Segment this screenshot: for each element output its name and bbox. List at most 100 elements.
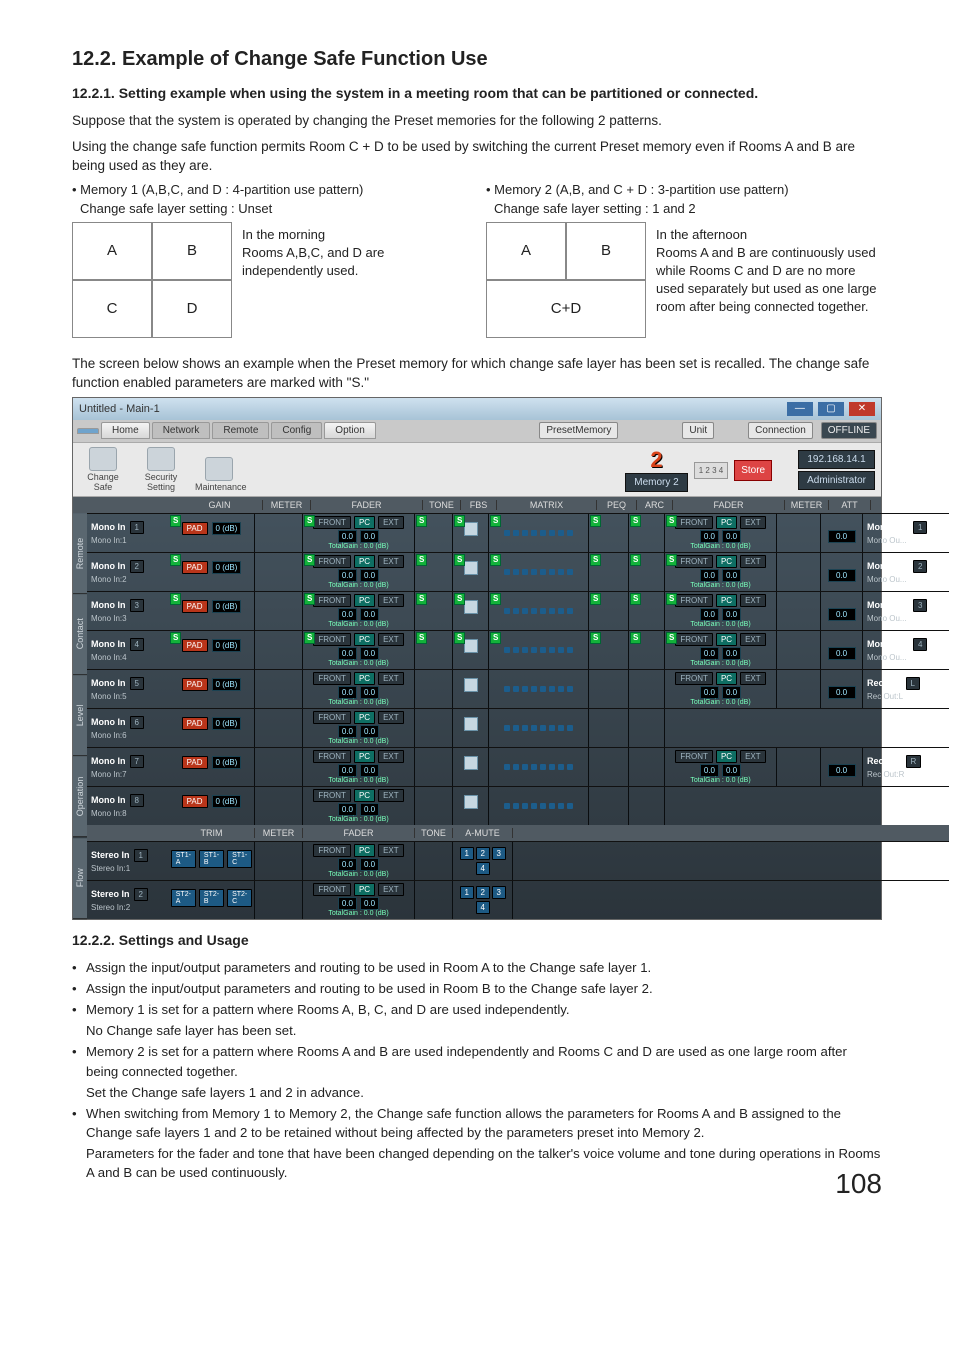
peq-cell[interactable]: S (589, 514, 629, 552)
stereo-name[interactable]: Stereo In1 Stereo In:1 (87, 842, 169, 880)
peq-cell[interactable] (589, 709, 629, 747)
arc-cell[interactable]: S (629, 514, 665, 552)
arc-cell[interactable] (629, 748, 665, 786)
tab-file[interactable] (77, 428, 99, 434)
channel-name[interactable]: Mono In6 Mono In:6 (87, 709, 169, 747)
tab-remote[interactable]: Remote (212, 422, 269, 439)
channel-name[interactable]: Mono In4 Mono In:4 (87, 631, 169, 669)
fader-cell[interactable]: FRONTPCEXT 0.00.0 TotalGain : 0.0 (dB) (303, 787, 415, 825)
fbs-cell[interactable] (453, 787, 489, 825)
amute-cell[interactable]: 1234 (453, 842, 513, 880)
fader-cell[interactable]: FRONTPCEXT 0.00.0 TotalGain : 0.0 (dB) (303, 709, 415, 747)
fbs-cell[interactable]: S (453, 592, 489, 630)
store-button[interactable]: Store (734, 460, 772, 481)
output-name[interactable]: Mono Out1 Mono Ou... (863, 514, 949, 552)
output-name[interactable]: Mono Out2 Mono Ou... (863, 553, 949, 591)
channel-name[interactable]: Mono In2 Mono In:2 (87, 553, 169, 591)
channel-name[interactable]: Mono In7 Mono In:7 (87, 748, 169, 786)
tab-network[interactable]: Network (152, 422, 211, 439)
memory-name[interactable]: Memory 2 (625, 473, 687, 492)
output-name[interactable]: Mono Out3 Mono Ou... (863, 592, 949, 630)
tone-cell[interactable] (415, 842, 453, 880)
trim-cell[interactable]: ST1-AST1-BST1-C (169, 842, 255, 880)
ip-address[interactable]: 192.168.14.1 (798, 450, 875, 469)
matrix-cell[interactable] (489, 670, 589, 708)
gain-cell[interactable]: S PAD0 (dB) (169, 553, 255, 591)
tab-home[interactable]: Home (101, 422, 150, 439)
fbs-cell[interactable]: S (453, 553, 489, 591)
gain-cell[interactable]: PAD0 (dB) (169, 709, 255, 747)
gain-cell[interactable]: S PAD0 (dB) (169, 514, 255, 552)
arc-cell[interactable]: S (629, 631, 665, 669)
ribbon-maintenance[interactable]: Maintenance (195, 457, 243, 492)
att-cell[interactable]: 0.0 (821, 553, 863, 591)
fader-cell[interactable]: FRONTPCEXT 0.00.0 TotalGain : 0.0 (dB) (303, 881, 415, 919)
fader-cell[interactable]: FRONTPCEXT 0.00.0 TotalGain : 0.0 (dB) (303, 842, 415, 880)
fbs-cell[interactable] (453, 670, 489, 708)
gain-cell[interactable]: S PAD0 (dB) (169, 631, 255, 669)
arc-cell[interactable] (629, 709, 665, 747)
peq-cell[interactable] (589, 787, 629, 825)
matrix-cell[interactable]: S (489, 592, 589, 630)
fbs-cell[interactable] (453, 709, 489, 747)
peq-cell[interactable] (589, 670, 629, 708)
out-fader-cell[interactable]: FRONTPCEXT 0.00.0 TotalGain : 0.0 (dB) (665, 670, 777, 708)
channel-name[interactable]: Mono In5 Mono In:5 (87, 670, 169, 708)
att-cell[interactable]: 0.0 (821, 631, 863, 669)
fbs-cell[interactable]: S (453, 514, 489, 552)
gain-cell[interactable]: PAD0 (dB) (169, 670, 255, 708)
fader-cell[interactable]: S FRONTPCEXT 0.00.0 TotalGain : 0.0 (dB) (303, 592, 415, 630)
tone-cell[interactable] (415, 881, 453, 919)
matrix-cell[interactable] (489, 787, 589, 825)
gain-cell[interactable]: S PAD0 (dB) (169, 592, 255, 630)
ribbon-security[interactable]: Security Setting (137, 447, 185, 492)
fbs-cell[interactable]: S (453, 631, 489, 669)
matrix-cell[interactable]: S (489, 514, 589, 552)
channel-name[interactable]: Mono In8 Mono In:8 (87, 787, 169, 825)
att-cell[interactable]: 0.0 (821, 514, 863, 552)
output-name[interactable]: Rec OutR Rec Out:R (863, 748, 949, 786)
matrix-cell[interactable] (489, 748, 589, 786)
tone-cell[interactable] (415, 748, 453, 786)
tone-cell[interactable] (415, 670, 453, 708)
arc-cell[interactable] (629, 670, 665, 708)
tone-cell[interactable]: S (415, 514, 453, 552)
peq-cell[interactable] (589, 748, 629, 786)
peq-cell[interactable]: S (589, 553, 629, 591)
out-fader-cell[interactable]: FRONTPCEXT 0.00.0 TotalGain : 0.0 (dB) (665, 748, 777, 786)
out-fader-cell[interactable]: S FRONTPCEXT 0.00.0 TotalGain : 0.0 (dB) (665, 592, 777, 630)
out-fader-cell[interactable]: S FRONTPCEXT 0.00.0 TotalGain : 0.0 (dB) (665, 514, 777, 552)
fader-cell[interactable]: S FRONTPCEXT 0.00.0 TotalGain : 0.0 (dB) (303, 553, 415, 591)
out-fader-cell[interactable]: S FRONTPCEXT 0.00.0 TotalGain : 0.0 (dB) (665, 553, 777, 591)
fader-cell[interactable]: FRONTPCEXT 0.00.0 TotalGain : 0.0 (dB) (303, 670, 415, 708)
peq-cell[interactable]: S (589, 592, 629, 630)
fader-cell[interactable]: S FRONTPCEXT 0.00.0 TotalGain : 0.0 (dB) (303, 514, 415, 552)
att-cell[interactable]: 0.0 (821, 748, 863, 786)
gain-cell[interactable]: PAD0 (dB) (169, 748, 255, 786)
channel-name[interactable]: Mono In3 Mono In:3 (87, 592, 169, 630)
out-fader-cell[interactable]: S FRONTPCEXT 0.00.0 TotalGain : 0.0 (dB) (665, 631, 777, 669)
channel-name[interactable]: Mono In1 Mono In:1 (87, 514, 169, 552)
att-cell[interactable]: 0.0 (821, 670, 863, 708)
ribbon-change-safe[interactable]: Change Safe (79, 447, 127, 492)
amute-cell[interactable]: 1234 (453, 881, 513, 919)
close-button[interactable]: ✕ (849, 402, 875, 416)
matrix-cell[interactable]: S (489, 553, 589, 591)
output-name[interactable]: Mono Out4 Mono Ou... (863, 631, 949, 669)
gain-cell[interactable]: PAD0 (dB) (169, 787, 255, 825)
maximize-button[interactable]: ▢ (818, 402, 844, 416)
stereo-name[interactable]: Stereo In2 Stereo In:2 (87, 881, 169, 919)
tone-cell[interactable]: S (415, 553, 453, 591)
matrix-cell[interactable] (489, 709, 589, 747)
fader-cell[interactable]: FRONTPCEXT 0.00.0 TotalGain : 0.0 (dB) (303, 748, 415, 786)
peq-cell[interactable]: S (589, 631, 629, 669)
output-name[interactable]: Rec OutL Rec Out:L (863, 670, 949, 708)
arc-cell[interactable] (629, 787, 665, 825)
trim-cell[interactable]: ST2-AST2-BST2-C (169, 881, 255, 919)
tone-cell[interactable] (415, 787, 453, 825)
att-cell[interactable]: 0.0 (821, 592, 863, 630)
tone-cell[interactable]: S (415, 631, 453, 669)
memory-dots[interactable]: 1 2 3 4 (694, 462, 728, 479)
arc-cell[interactable]: S (629, 553, 665, 591)
tab-option[interactable]: Option (324, 422, 375, 439)
